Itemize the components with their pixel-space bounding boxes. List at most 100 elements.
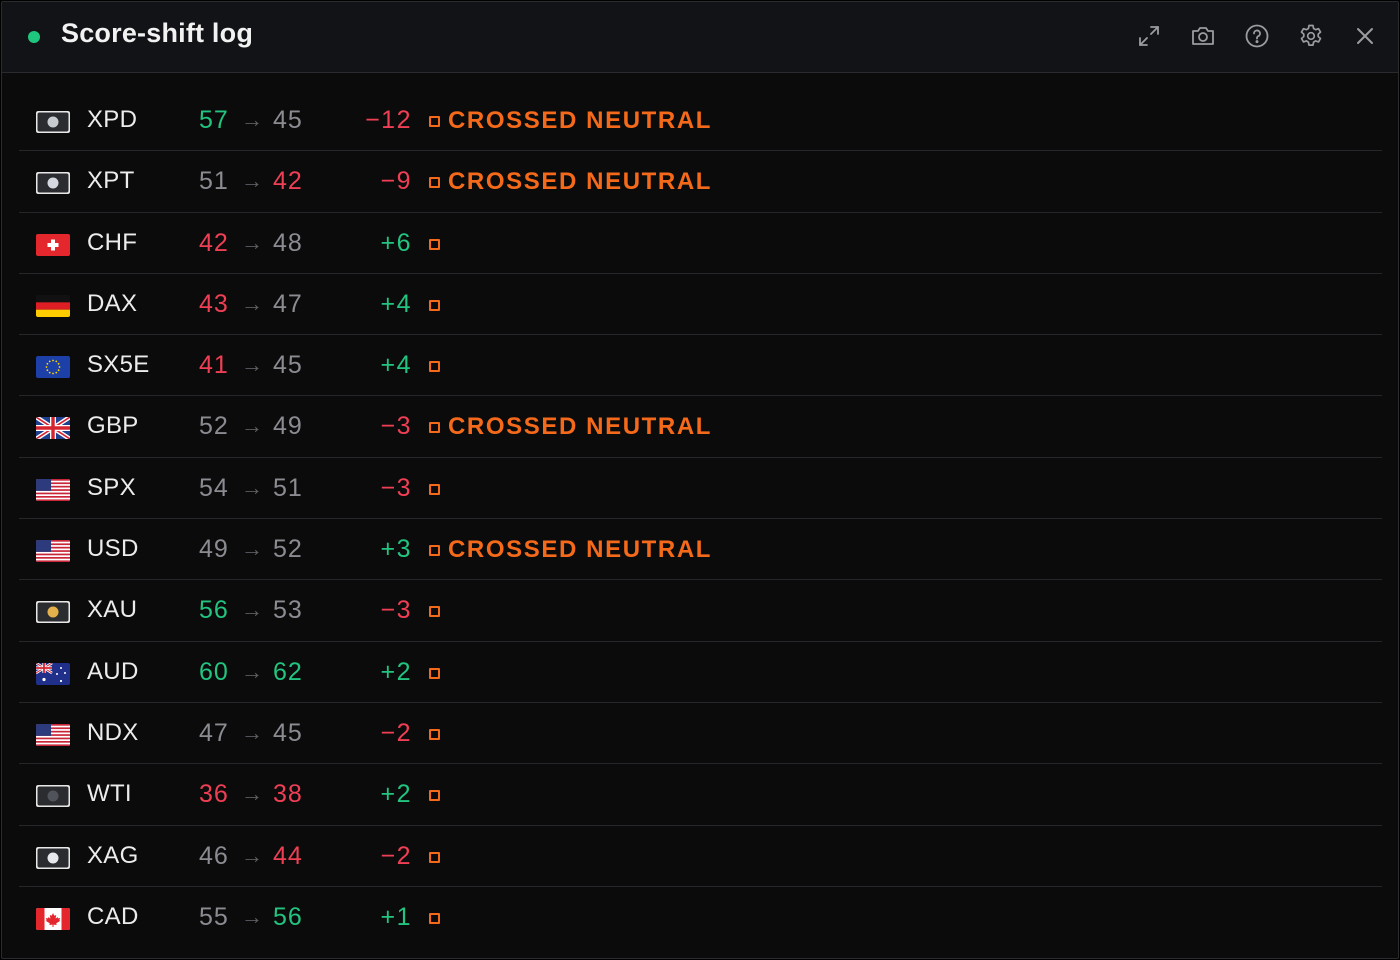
marker-icon (429, 728, 440, 740)
marker-icon (429, 912, 440, 924)
score-to: 62 (273, 657, 303, 686)
score-from: 51 (199, 167, 229, 196)
score-delta: −3 (380, 412, 412, 441)
list-item-ndx[interactable]: NDX 47 → 45 −2 (19, 703, 1382, 765)
arrow-right-icon: → (241, 474, 263, 500)
arrow-right-icon: → (241, 903, 263, 929)
score-to: 52 (273, 535, 303, 564)
marker-icon (429, 483, 440, 495)
metal-platinum-flag-icon (36, 172, 70, 195)
score-from: 55 (199, 902, 229, 931)
list-item-usd[interactable]: USD 49 → 52 +3 CROSSED NEUTRAL (19, 519, 1382, 581)
symbol-label: XPT (87, 167, 135, 195)
list-item-wti[interactable]: WTI 36 → 38 +2 (19, 764, 1382, 826)
marker-icon (429, 177, 440, 189)
symbol-label: SPX (87, 473, 136, 501)
panel-header: Score-shift log (2, 2, 1398, 73)
symbol-label: XAU (87, 596, 138, 624)
score-delta: −3 (380, 596, 412, 625)
arrow-right-icon: → (241, 352, 263, 378)
marker-icon (429, 545, 440, 557)
crossed-neutral-label: CROSSED NEUTRAL (448, 107, 713, 134)
united-states-flag-icon (36, 478, 70, 501)
score-delta: −2 (380, 841, 412, 870)
list-item-sx5e[interactable]: SX5E 41 → 45 +4 (19, 335, 1382, 397)
symbol-label: WTI (87, 780, 132, 808)
united-kingdom-flag-icon (36, 417, 70, 440)
symbol-label: CAD (87, 902, 139, 930)
score-delta: −2 (380, 718, 412, 747)
crossed-neutral-label: CROSSED NEUTRAL (448, 536, 713, 564)
score-from: 47 (199, 718, 229, 747)
switzerland-flag-icon (36, 233, 70, 256)
symbol-label: XPD (87, 106, 138, 133)
list-item-xag[interactable]: XAG 46 → 44 −2 (19, 826, 1382, 887)
score-from: 46 (199, 841, 229, 870)
arrow-right-icon: → (241, 719, 263, 745)
list-item-dax[interactable]: DAX 43 → 47 +4 (19, 274, 1382, 336)
united-states-flag-icon (36, 540, 70, 563)
marker-icon (429, 238, 440, 250)
arrow-right-icon: → (241, 229, 263, 255)
list-item-xpt[interactable]: XPT 51 → 42 −9 CROSSED NEUTRAL (19, 151, 1382, 213)
score-from: 41 (199, 351, 229, 380)
list-item-xpd[interactable]: XPD 57 → 45 −12 CROSSED NEUTRAL (19, 90, 1382, 152)
score-to: 51 (273, 473, 303, 502)
score-from: 60 (199, 657, 229, 686)
marker-icon (429, 606, 440, 618)
marker-icon (429, 851, 440, 863)
germany-flag-icon (36, 294, 70, 317)
european-union-flag-icon (36, 356, 70, 379)
list-item-chf[interactable]: CHF 42 → 48 +6 (19, 213, 1382, 274)
arrow-right-icon: → (241, 658, 263, 684)
score-to: 48 (273, 228, 303, 257)
score-to: 45 (273, 106, 303, 134)
score-to: 45 (273, 351, 303, 380)
score-delta: −12 (365, 106, 412, 134)
arrow-right-icon: → (241, 842, 263, 868)
metal-silver-flag-icon (36, 846, 70, 869)
marker-icon (429, 116, 440, 127)
expand-icon[interactable] (1132, 19, 1166, 53)
arrow-right-icon: → (241, 290, 263, 316)
score-from: 57 (199, 106, 229, 134)
score-delta: −3 (380, 473, 412, 502)
arrow-right-icon: → (241, 597, 263, 623)
symbol-label: AUD (87, 657, 139, 685)
score-from: 42 (199, 228, 229, 257)
score-from: 49 (199, 535, 229, 564)
marker-icon (429, 667, 440, 679)
symbol-label: SX5E (87, 351, 150, 379)
list-item-aud[interactable]: AUD 60 → 62 +2 (19, 642, 1382, 703)
score-from: 43 (199, 289, 229, 318)
list-item-xau[interactable]: XAU 56 → 53 −3 (19, 580, 1382, 642)
symbol-label: USD (87, 535, 139, 563)
metal-palladium-flag-icon (36, 111, 70, 133)
score-to: 38 (273, 780, 303, 809)
symbol-label: CHF (87, 228, 138, 256)
help-icon[interactable] (1240, 19, 1274, 53)
score-to: 42 (273, 167, 303, 196)
score-to: 44 (273, 841, 303, 870)
arrow-right-icon: → (241, 107, 263, 132)
symbol-label: NDX (87, 718, 139, 746)
list-item-gbp[interactable]: GBP 52 → 49 −3 CROSSED NEUTRAL (19, 396, 1382, 458)
close-icon[interactable] (1348, 19, 1382, 53)
symbol-label: GBP (87, 412, 139, 440)
symbol-label: DAX (87, 289, 138, 317)
camera-icon[interactable] (1186, 19, 1220, 53)
score-delta: +2 (380, 780, 412, 809)
score-to: 53 (273, 596, 303, 625)
panel-title: Score-shift log (61, 18, 254, 48)
score-delta: +4 (380, 289, 412, 318)
score-to: 45 (273, 718, 303, 747)
list-item-spx[interactable]: SPX 54 → 51 −3 (19, 458, 1382, 520)
settings-icon[interactable] (1294, 19, 1328, 53)
score-to: 56 (273, 902, 303, 931)
score-from: 56 (199, 596, 229, 625)
arrow-right-icon: → (241, 781, 263, 807)
score-delta: +1 (380, 902, 412, 931)
score-delta: +3 (380, 535, 412, 564)
list-item-cad[interactable]: CAD 55 → 56 +1 (19, 887, 1382, 948)
marker-icon (429, 361, 440, 373)
